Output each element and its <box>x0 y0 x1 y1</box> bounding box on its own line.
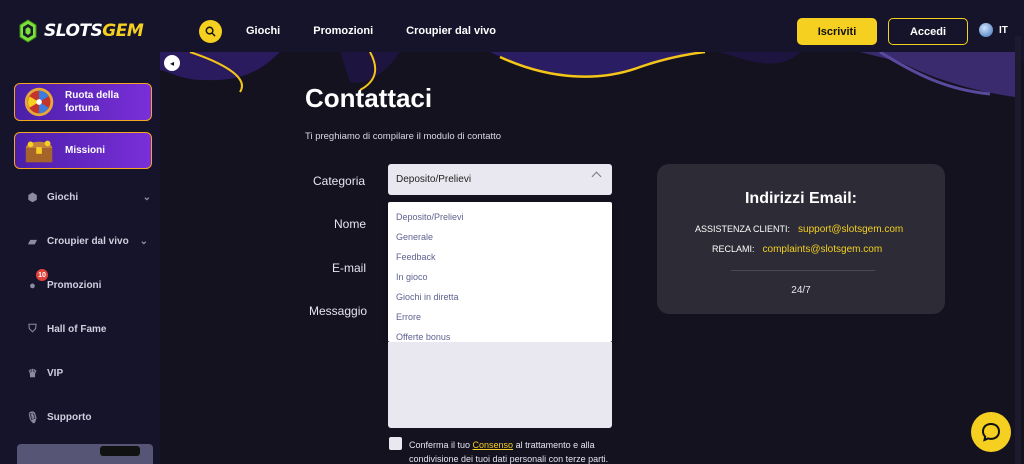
sidebar-item-croupier-dal-vivo[interactable]: ▰ Croupier dal vivo ⌄ <box>26 235 148 248</box>
email-label: E-mail <box>332 261 367 275</box>
sidebar-banner-badge <box>100 446 140 456</box>
consent-checkbox[interactable] <box>389 437 402 450</box>
email-addresses-card: Indirizzi Email: ASSISTENZA CLIENTI: supp… <box>657 164 945 314</box>
support-hours: 24/7 <box>791 285 811 296</box>
search-icon <box>205 26 216 37</box>
chevron-down-icon: ⌄ <box>142 192 151 203</box>
signup-button[interactable]: Iscriviti <box>797 18 877 45</box>
sidebar-item-label: Croupier dal vivo <box>47 236 129 247</box>
chevron-down-icon: ⌄ <box>139 236 148 247</box>
support-email-link[interactable]: support@slotsgem.com <box>798 224 903 235</box>
dice-icon: ⬢ <box>27 192 38 204</box>
sidebar-item-label: Supporto <box>47 412 92 423</box>
treasure-chest-icon <box>25 140 53 163</box>
nav-giochi[interactable]: Giochi <box>246 25 280 37</box>
dropdown-option[interactable]: In gioco <box>388 267 612 287</box>
sidebar-item-label: VIP <box>47 368 64 379</box>
dropdown-option[interactable]: Feedback <box>388 247 612 267</box>
logo[interactable]: SLOTSGEM <box>18 19 144 43</box>
promo-card-label: Missioni <box>65 145 106 156</box>
sidebar-item-giochi[interactable]: ⬢ Giochi ⌄ <box>26 191 151 204</box>
page-subtitle: Ti preghiamo di compilare il modulo di c… <box>305 131 502 142</box>
category-select-value: Deposito/Prelievi <box>396 174 472 185</box>
shield-icon: ⛉ <box>28 323 37 335</box>
nav-croupier-dal-vivo[interactable]: Croupier dal vivo <box>406 25 496 37</box>
message-label: Messaggio <box>309 304 368 318</box>
language-selector[interactable]: IT <box>979 23 1008 37</box>
category-dropdown: Deposito/Prelievi Generale Feedback In g… <box>388 202 612 342</box>
dropdown-option[interactable]: Giochi in diretta <box>388 287 612 307</box>
consent-link[interactable]: Consenso <box>473 440 514 450</box>
dropdown-option[interactable]: Deposito/Prelievi <box>388 207 612 227</box>
name-label: Nome <box>334 217 367 231</box>
sidebar-item-vip[interactable]: ♛ VIP <box>26 367 151 380</box>
category-select[interactable]: Deposito/Prelievi <box>388 164 612 195</box>
support-label: ASSISTENZA CLIENTI: <box>695 224 791 234</box>
sidebar-item-label: Giochi <box>47 192 79 203</box>
live-chat-button[interactable] <box>971 412 1011 452</box>
dropdown-option[interactable]: Errore <box>388 307 612 327</box>
promo-card-missions[interactable]: Missioni <box>14 132 152 169</box>
complaints-email-link[interactable]: complaints@slotsgem.com <box>763 244 883 255</box>
scrollbar[interactable] <box>1015 36 1021 464</box>
gem-logo-icon <box>19 19 37 43</box>
support-email-row: ASSISTENZA CLIENTI: support@slotsgem.com <box>695 224 903 235</box>
promo-card-label: Ruota della fortuna <box>65 90 119 114</box>
complaints-label: RECLAMI: <box>712 244 755 254</box>
microphone-icon: 🎙 <box>25 412 40 424</box>
sidebar <box>0 62 160 464</box>
category-label: Categoria <box>313 174 366 188</box>
complaints-email-row: RECLAMI: complaints@slotsgem.com <box>712 244 882 255</box>
page-title: Contattaci <box>305 83 433 113</box>
notification-badge: 10 <box>36 269 48 281</box>
email-card-title: Indirizzi Email: <box>744 190 857 207</box>
gift-icon: ● 10 <box>26 269 48 292</box>
message-textarea[interactable] <box>388 342 612 428</box>
search-button[interactable] <box>199 20 222 43</box>
divider <box>731 270 875 271</box>
sidebar-item-hall-of-fame[interactable]: ⛉ Hall of Fame <box>26 323 151 336</box>
crown-icon: ♛ <box>27 368 38 380</box>
sidebar-item-promozioni[interactable]: ● 10 Promozioni <box>26 269 151 292</box>
consent-text: Conferma il tuo Consenso al trattamento … <box>409 440 609 464</box>
sidebar-item-label: Promozioni <box>47 280 102 291</box>
language-code: IT <box>999 24 1008 36</box>
sidebar-collapse-button[interactable]: ◂ <box>164 55 180 71</box>
cards-icon: ▰ <box>28 236 37 248</box>
chevron-up-icon <box>591 171 602 182</box>
login-button[interactable]: Accedi <box>888 18 968 45</box>
sidebar-item-label: Hall of Fame <box>47 324 107 335</box>
chat-bubble-icon <box>981 422 1001 442</box>
sidebar-item-supporto[interactable]: 🎙 Supporto <box>26 411 151 424</box>
promo-card-wheel-of-fortune[interactable]: Ruota della fortuna <box>14 83 152 121</box>
globe-icon <box>979 23 993 37</box>
dropdown-option[interactable]: Generale <box>388 227 612 247</box>
hero-banner <box>160 52 1015 102</box>
nav-promozioni[interactable]: Promozioni <box>313 25 373 37</box>
logo-text: SLOTSGEM <box>44 21 144 41</box>
main-nav: Giochi Promozioni Croupier dal vivo <box>246 25 496 37</box>
wheel-icon <box>24 87 54 117</box>
